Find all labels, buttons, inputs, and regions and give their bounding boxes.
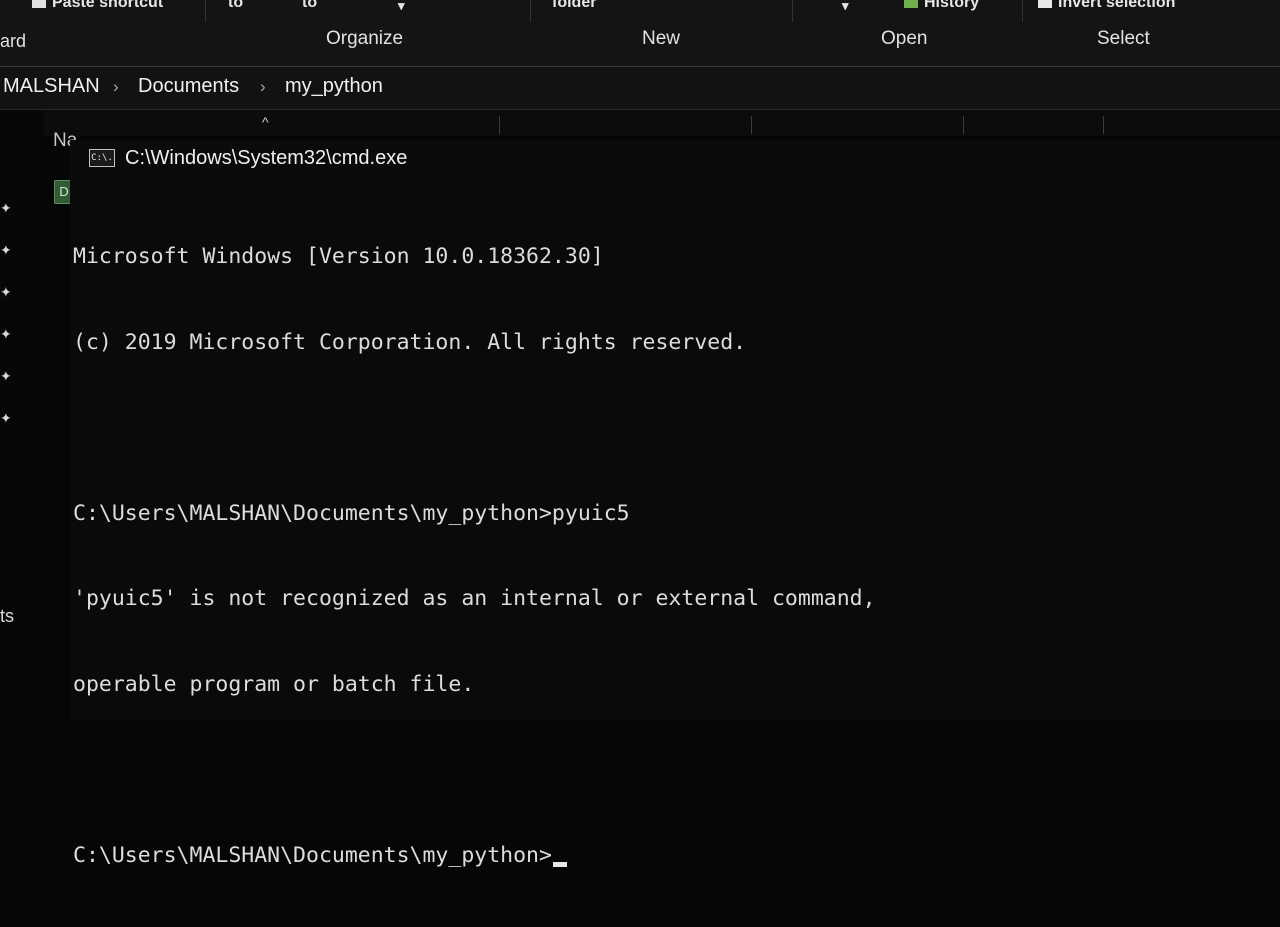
properties-dropdown-icon[interactable]: ▾ xyxy=(842,0,849,14)
console-prompt-line[interactable]: C:\Users\MALSHAN\Documents\my_python> xyxy=(73,842,876,871)
paste-shortcut-button[interactable]: Paste shortcut xyxy=(32,0,163,12)
console-line: (c) 2019 Microsoft Corporation. All righ… xyxy=(73,329,747,355)
copy-to-button[interactable]: to xyxy=(302,0,317,12)
open-group-label: Open xyxy=(881,28,928,49)
console-line: C:\Users\MALSHAN\Documents\my_python>pyu… xyxy=(73,500,630,526)
history-label: History xyxy=(924,0,980,11)
sort-ascending-icon: ^ xyxy=(262,114,269,130)
group-divider xyxy=(205,0,206,22)
file-list-header: Na ^ xyxy=(0,110,1280,151)
console-line: Microsoft Windows [Version 10.0.18362.30… xyxy=(73,244,604,269)
navigation-pane: ✦ ✦ ✦ ✦ ✦ ✦ ts xyxy=(0,110,44,720)
new-folder-button[interactable]: folder xyxy=(552,0,596,12)
select-group-label: Select xyxy=(1097,28,1150,49)
pin-icon[interactable]: ✦ xyxy=(0,284,12,301)
cmd-app-icon[interactable]: C:\. xyxy=(89,149,115,167)
invert-selection-label: Invert selection xyxy=(1058,0,1176,11)
group-divider xyxy=(1022,0,1023,22)
pin-icon[interactable]: ✦ xyxy=(0,242,12,259)
delete-dropdown-icon[interactable]: ▾ xyxy=(398,0,405,14)
cmd-window-title: C:\Windows\System32\cmd.exe xyxy=(125,147,408,169)
console-output[interactable]: Microsoft Windows [Version 10.0.18362.30… xyxy=(73,186,876,927)
paste-shortcut-icon xyxy=(32,0,46,8)
invert-selection-button[interactable]: Invert selection xyxy=(1038,0,1175,12)
console-line: operable program or batch file. xyxy=(73,671,475,697)
console-prompt: C:\Users\MALSHAN\Documents\my_python> xyxy=(73,842,552,868)
breadcrumb-malshan[interactable]: MALSHAN xyxy=(3,75,100,98)
clipboard-group-label: ard xyxy=(0,31,27,51)
history-button[interactable]: History xyxy=(904,0,979,12)
breadcrumb-separator-icon[interactable]: › xyxy=(260,77,266,97)
organize-group-label: Organize xyxy=(326,28,404,49)
breadcrumb-separator-icon[interactable]: › xyxy=(113,77,119,97)
cmd-titlebar[interactable]: C:\. C:\Windows\System32\cmd.exe xyxy=(70,140,1280,176)
new-group-label: New xyxy=(642,28,681,49)
cmd-window[interactable]: C:\. C:\Windows\System32\cmd.exe Microso… xyxy=(70,140,1280,868)
column-divider[interactable] xyxy=(751,116,752,134)
invert-selection-icon xyxy=(1038,0,1052,8)
pin-icon[interactable]: ✦ xyxy=(0,410,12,427)
text-cursor xyxy=(552,861,567,867)
column-divider[interactable] xyxy=(1103,116,1104,134)
paste-shortcut-label: Paste shortcut xyxy=(52,0,164,11)
pin-icon[interactable]: ✦ xyxy=(0,326,12,343)
pin-icon[interactable]: ✦ xyxy=(0,368,12,385)
column-divider[interactable] xyxy=(963,116,964,134)
group-divider xyxy=(792,0,793,22)
group-divider xyxy=(530,0,531,22)
breadcrumb-documents[interactable]: Documents xyxy=(138,75,239,98)
move-to-button[interactable]: to xyxy=(228,0,243,12)
history-icon xyxy=(904,0,918,8)
nav-item-partial-label[interactable]: ts xyxy=(0,606,14,627)
console-line: 'pyuic5' is not recognized as an interna… xyxy=(73,586,876,611)
column-divider[interactable] xyxy=(499,116,500,134)
address-bar[interactable]: MALSHAN › Documents › my_python xyxy=(0,67,1280,110)
breadcrumb-my-python[interactable]: my_python xyxy=(285,75,383,98)
explorer-ribbon: Paste shortcut to to ▾ folder ▾ History … xyxy=(0,0,1280,67)
pin-icon[interactable]: ✦ xyxy=(0,200,12,217)
